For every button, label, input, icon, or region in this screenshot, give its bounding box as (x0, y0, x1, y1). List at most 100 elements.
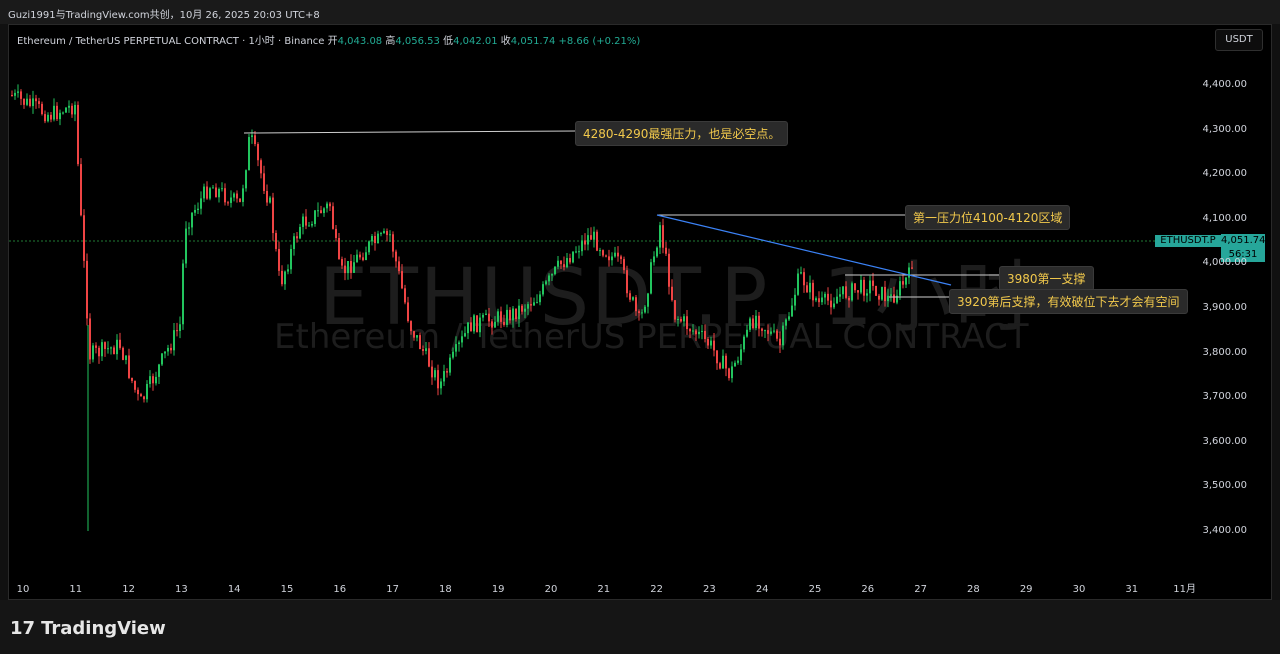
candle-body (605, 255, 607, 257)
candle-body (635, 297, 637, 312)
candle-body (869, 280, 871, 294)
candle-body (389, 234, 391, 236)
candle-body (410, 321, 412, 332)
candle-body (836, 296, 838, 304)
candle-body (56, 105, 58, 120)
chart-area[interactable]: Ethereum / TetherUS PERPETUAL CONTRACT ·… (8, 24, 1272, 600)
y-axis-label: 4,200.00 (1202, 168, 1247, 180)
candle-body (305, 216, 307, 226)
candle-body (212, 187, 214, 189)
x-axis-label: 11月 (1173, 584, 1196, 595)
candle-body (113, 347, 115, 355)
candle-body (17, 91, 19, 93)
candle-body (611, 256, 613, 261)
candle-body (566, 258, 568, 268)
candle-body (854, 283, 856, 291)
candle-body (752, 318, 754, 329)
candle-body (152, 376, 154, 384)
candle-body (773, 330, 775, 332)
candle-body (224, 188, 226, 203)
candle-body (560, 260, 562, 265)
candle-body (299, 226, 301, 239)
x-axis-label: 16 (333, 584, 347, 595)
candle-body (440, 381, 442, 389)
candle-body (665, 247, 667, 254)
candle-body (878, 295, 880, 300)
candle-body (728, 368, 730, 379)
y-axis-label: 3,600.00 (1202, 435, 1247, 447)
y-axis-label: 4,000.00 (1202, 257, 1247, 269)
candle-body (860, 279, 862, 293)
candle-body (614, 252, 616, 257)
candle-body (200, 198, 202, 209)
x-axis-label: 24 (755, 584, 769, 595)
candle-body (314, 210, 316, 224)
candle-body (173, 330, 175, 351)
candle-body (275, 233, 277, 249)
candle-body (158, 364, 160, 377)
tradingview-logo[interactable]: 17 TradingView (10, 618, 166, 639)
candle-body (230, 197, 232, 203)
annotation-3920-support[interactable]: 3920第后支撑，有效破位下去才会有空间 (949, 289, 1188, 314)
annotation-line (243, 130, 578, 134)
candle-body (287, 269, 289, 272)
annotation-3980-support[interactable]: 3980第一支撑 (999, 266, 1094, 291)
candle-body (368, 241, 370, 253)
y-axis-label: 4,100.00 (1202, 212, 1247, 224)
candle-body (278, 248, 280, 271)
candle-body (557, 260, 559, 267)
annotation-4280-resistance[interactable]: 4280-4290最强压力，也是必空点。 (575, 121, 789, 146)
candle-body (458, 342, 460, 345)
candle-body (188, 227, 190, 229)
candle-body (137, 389, 139, 395)
candle-body (551, 274, 553, 276)
candle-body (110, 347, 112, 349)
candle-body (830, 300, 832, 308)
candle-body (500, 311, 502, 322)
candle-body (68, 105, 70, 108)
candle-body (386, 231, 388, 235)
candle-body (215, 187, 217, 198)
candle-body (908, 267, 910, 278)
candle-body (356, 254, 358, 263)
candle-body (395, 251, 397, 262)
candle-body (524, 308, 526, 312)
candle-body (74, 104, 76, 115)
candle-body (686, 316, 688, 330)
candle-body (884, 286, 886, 302)
candle-body (731, 366, 733, 379)
candle-body (122, 347, 124, 360)
candle-body (626, 270, 628, 294)
candle-body (680, 319, 682, 322)
candle-body (713, 340, 715, 351)
candle-body (32, 98, 34, 107)
candle-body (89, 318, 91, 360)
candle-body (872, 280, 874, 286)
candle-body (782, 325, 784, 346)
candle-body (572, 251, 574, 263)
candle-body (176, 330, 178, 332)
candle-body (530, 304, 532, 306)
candle-body (857, 290, 859, 293)
x-axis-label: 10 (16, 584, 30, 595)
candle-body (119, 339, 121, 348)
candle-body (446, 371, 448, 373)
candle-body (413, 331, 415, 338)
brand-name: TradingView (41, 618, 166, 639)
candle-body (53, 105, 55, 120)
candle-body (800, 272, 802, 274)
candle-body (887, 295, 889, 302)
candle-body (146, 383, 148, 400)
annotation-first-resistance[interactable]: 第一压力位4100-4120区域 (905, 205, 1071, 230)
candle-body (644, 306, 646, 313)
candle-body (668, 253, 670, 287)
candle-body (674, 300, 676, 320)
candle-body (620, 256, 622, 260)
candle-body (134, 380, 136, 390)
candle-body (599, 250, 601, 252)
candle-body (539, 294, 541, 303)
candle-body (155, 376, 157, 384)
candle-body (428, 348, 430, 367)
candle-body (29, 98, 31, 107)
candle-body (653, 256, 655, 263)
